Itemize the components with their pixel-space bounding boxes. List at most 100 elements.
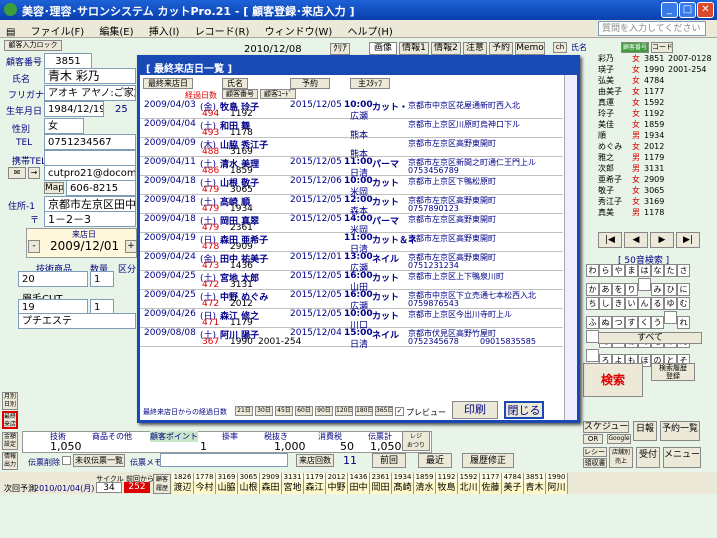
kana-button[interactable]: ひ [664, 283, 677, 296]
table-row[interactable]: 2009/04/24 (金) 田中 祐美子 2015/12/01 13:00 ネイル 京都市… [140, 252, 563, 274]
kana-button[interactable] [664, 311, 677, 324]
history-cell[interactable]: 1177 佐藤 [480, 473, 502, 494]
delete-slip-checkbox[interactable] [62, 456, 71, 465]
list-item[interactable]: 彩乃 女 3851 2007-0128 [598, 53, 716, 64]
sort-name-button[interactable]: 氏名 [222, 78, 248, 89]
list-item[interactable]: 亜希子 女 2909 [598, 174, 716, 185]
kana-button[interactable] [638, 278, 651, 291]
zip-field[interactable]: 606-8215 [66, 180, 136, 196]
line1-qty[interactable]: 1 [90, 271, 114, 287]
help-search-input[interactable]: 質問を入力してください [598, 21, 706, 36]
menu-doc-icon[interactable]: ▤ [0, 24, 21, 38]
kana-button[interactable]: や [612, 264, 625, 277]
list-item[interactable]: 敬子 女 3065 [598, 185, 716, 196]
kana-button[interactable]: ち [586, 297, 599, 310]
table-row[interactable]: 2009/04/18 (土) 山根 敬子 2015/12/06 10:00 カット 京都市上… [140, 176, 563, 198]
kana-button[interactable]: い [625, 297, 638, 310]
kana-button[interactable]: き [612, 297, 625, 310]
kana-button[interactable]: ん [638, 297, 651, 310]
kana-all-button[interactable]: すべて [598, 332, 702, 344]
schedule-button[interactable]: スケジュール [583, 421, 629, 433]
tab-image[interactable]: 画像 [369, 42, 397, 55]
address1-field[interactable]: 京都市左京区田中上 [44, 196, 136, 212]
kana-button[interactable]: み [651, 283, 664, 296]
mail-icon[interactable]: ✉ [8, 167, 26, 179]
info-output-button[interactable]: 情報 出力 [2, 452, 18, 470]
history-cell[interactable]: 2012 中野 [326, 473, 348, 494]
customer-history-card[interactable]: 顧客 履歴 [153, 474, 171, 494]
kana-button[interactable]: ま [625, 264, 638, 277]
history-cell[interactable]: 3851 青木 [524, 473, 546, 494]
kana-button[interactable]: す [625, 316, 638, 329]
kana-button[interactable]: ぬ [599, 316, 612, 329]
kana-button[interactable]: な [651, 264, 664, 277]
kana-button[interactable]: を [612, 283, 625, 296]
sort-last-visit-button[interactable]: 最終来店日 [143, 78, 193, 89]
history-cell[interactable]: 3169 山脇 [216, 473, 238, 494]
table-row[interactable]: 2009/04/25 (土) 宮地 太郎 2015/12/05 16:00 カット 京都市上… [140, 271, 563, 293]
kana-field[interactable]: アオキ アヤノ:ご家族 [44, 85, 136, 101]
google-button[interactable]: Google [607, 434, 631, 444]
birth-field[interactable]: 1984/12/19 [44, 101, 104, 117]
dialog-close-button[interactable]: 閉じる [504, 401, 544, 419]
list-item[interactable]: 真美 男 1178 [598, 207, 716, 218]
kana-button[interactable]: む [677, 297, 690, 310]
kana-button[interactable]: る [651, 297, 664, 310]
customer-number-field[interactable]: 3851 [44, 53, 92, 69]
menu-help[interactable]: ヘルプ(H) [342, 20, 399, 38]
store-sales-button[interactable]: 店舗別 売上 [609, 447, 633, 468]
monthly-daily-button[interactable]: 月別 日別 [2, 392, 18, 410]
list-item[interactable]: 真運 女 1592 [598, 97, 716, 108]
kana-button[interactable]: ら [599, 264, 612, 277]
tab-info1[interactable]: 情報1 [399, 42, 429, 55]
visit-date-field[interactable]: 2009/12/01 [50, 239, 119, 253]
history-cell[interactable]: 2361 岡田 [370, 473, 392, 494]
map-button[interactable]: Map [44, 182, 64, 194]
minimize-button[interactable]: _ [661, 2, 678, 18]
list-item[interactable]: 由美子 女 1177 [598, 86, 716, 97]
tel-field[interactable]: 0751234567 [44, 134, 136, 150]
history-cell[interactable]: 1778 今村 [194, 473, 216, 494]
nav-last-button[interactable]: ▶| [676, 232, 700, 248]
address2-field[interactable]: 1－2－3 [44, 211, 136, 227]
table-row[interactable]: 2009/04/18 (土) 髙崎 順 2015/12/05 12:00 カット 京都市左京… [140, 195, 563, 217]
daily-report-button[interactable]: 日報 [633, 421, 657, 441]
tab-memo[interactable]: Memo [515, 42, 545, 55]
line1-field[interactable]: 20 [18, 271, 88, 287]
kana-button[interactable]: ゆ [664, 297, 677, 310]
maximize-button[interactable]: □ [679, 2, 696, 18]
search-button[interactable]: 検索 [583, 363, 643, 397]
slip-memo-field[interactable] [160, 453, 288, 467]
menu-edit[interactable]: 編集(E) [93, 20, 139, 38]
list-item[interactable]: 雅之 男 1179 [598, 152, 716, 163]
list-item[interactable]: 美佳 女 1859 [598, 119, 716, 130]
menu-file[interactable]: ファイル(F) [25, 20, 91, 38]
elapsed-day-button[interactable]: 30日 [255, 406, 273, 416]
search-history-button[interactable]: 検索履歴 登録 [651, 363, 695, 381]
nav-first-button[interactable]: |◀ [598, 232, 622, 248]
history-cell[interactable]: 1436 田中 [348, 473, 370, 494]
kana-button[interactable]: れ [677, 316, 690, 329]
mobile-field[interactable] [44, 150, 136, 166]
name-field[interactable]: 青木 彩乃 [44, 68, 136, 84]
list-item[interactable]: 順 男 1934 [598, 130, 716, 141]
kana-button[interactable]: た [664, 264, 677, 277]
dialog-scrollbar[interactable] [564, 75, 577, 420]
elapsed-day-button[interactable]: 90日 [315, 406, 333, 416]
receipt-button[interactable]: レシート [583, 447, 607, 457]
kana-button[interactable]: さ [677, 264, 690, 277]
latest-button[interactable]: 最近 [418, 453, 452, 468]
history-fix-button[interactable]: 履歴修正 [462, 453, 514, 468]
list-item[interactable]: 瑛子 女 1990 2001-254 [598, 64, 716, 75]
customer-lock-tag[interactable]: 顧客入力ロック [4, 40, 62, 51]
register-button[interactable]: レジ おつり [402, 431, 430, 451]
line4-field[interactable]: プチエステ [18, 313, 136, 329]
table-row[interactable]: 2009/04/09 (木) 山脇 秀江子 京都市左京区高野東開町 488 3169 熊本 [140, 138, 563, 160]
sort-customer-code-button[interactable]: 顧客ｺｰﾄﾞ [260, 89, 296, 99]
list-item[interactable]: 弘美 女 4784 [598, 75, 716, 86]
close-button[interactable]: ✕ [697, 2, 714, 18]
kana-button[interactable] [586, 349, 599, 362]
history-cell[interactable]: 3065 山根 [238, 473, 260, 494]
history-cell[interactable]: 1592 北川 [458, 473, 480, 494]
menu-window[interactable]: ウィンドウ(W) [259, 20, 339, 38]
